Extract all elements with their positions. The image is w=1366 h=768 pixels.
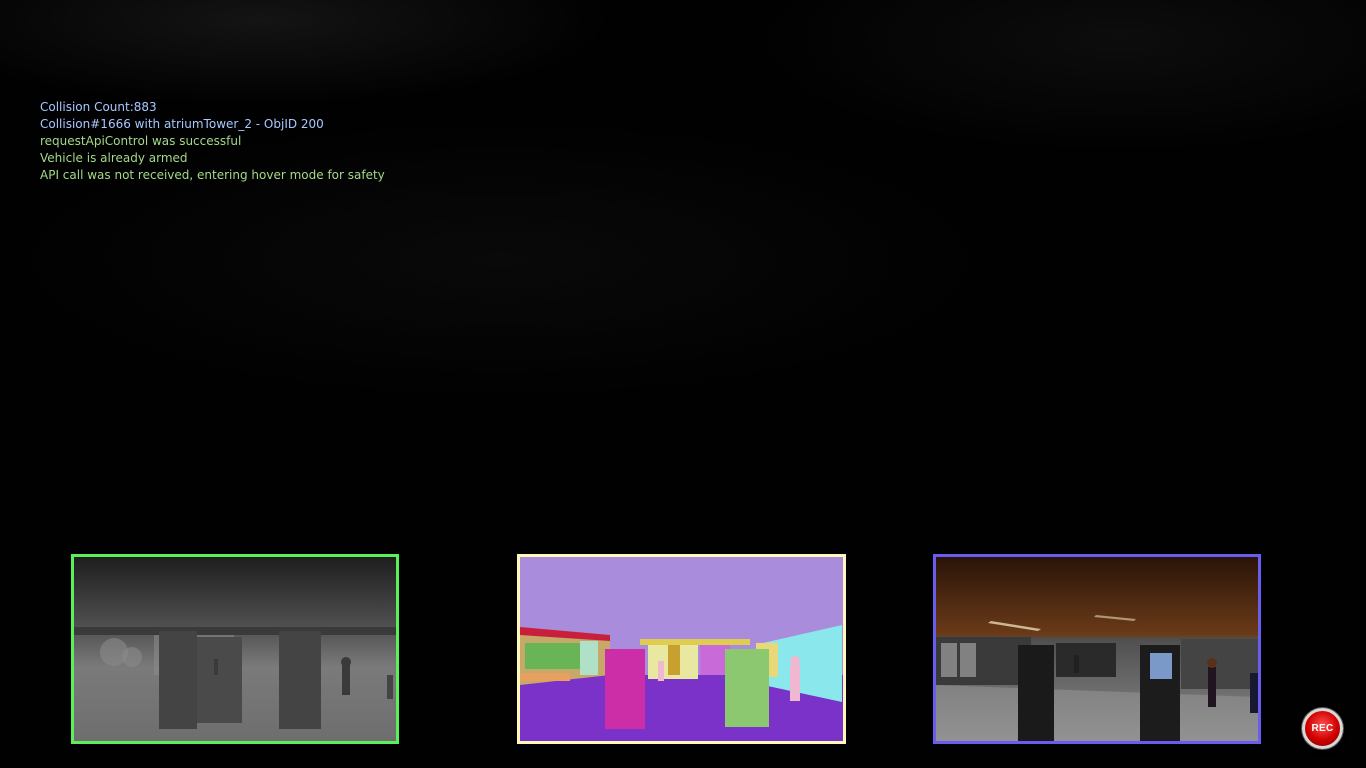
scene-image (936, 557, 1258, 741)
log-line-hover-mode: API call was not received, entering hove… (40, 168, 385, 182)
record-button-label: REC (1311, 723, 1334, 734)
segmentation-camera-view (517, 554, 846, 744)
depth-image (74, 557, 396, 741)
segmentation-image (520, 557, 843, 741)
log-line-collision-detail: Collision#1666 with atriumTower_2 - ObjI… (40, 117, 324, 131)
log-line-armed: Vehicle is already armed (40, 151, 188, 165)
status-log: Collision Count:883 Collision#1666 with … (40, 99, 385, 184)
depth-camera-view (71, 554, 399, 744)
log-line-api-control: requestApiControl was successful (40, 134, 242, 148)
scene-camera-view (933, 554, 1261, 744)
log-line-collision-count: Collision Count:883 (40, 100, 157, 114)
record-button[interactable]: REC (1302, 708, 1343, 749)
